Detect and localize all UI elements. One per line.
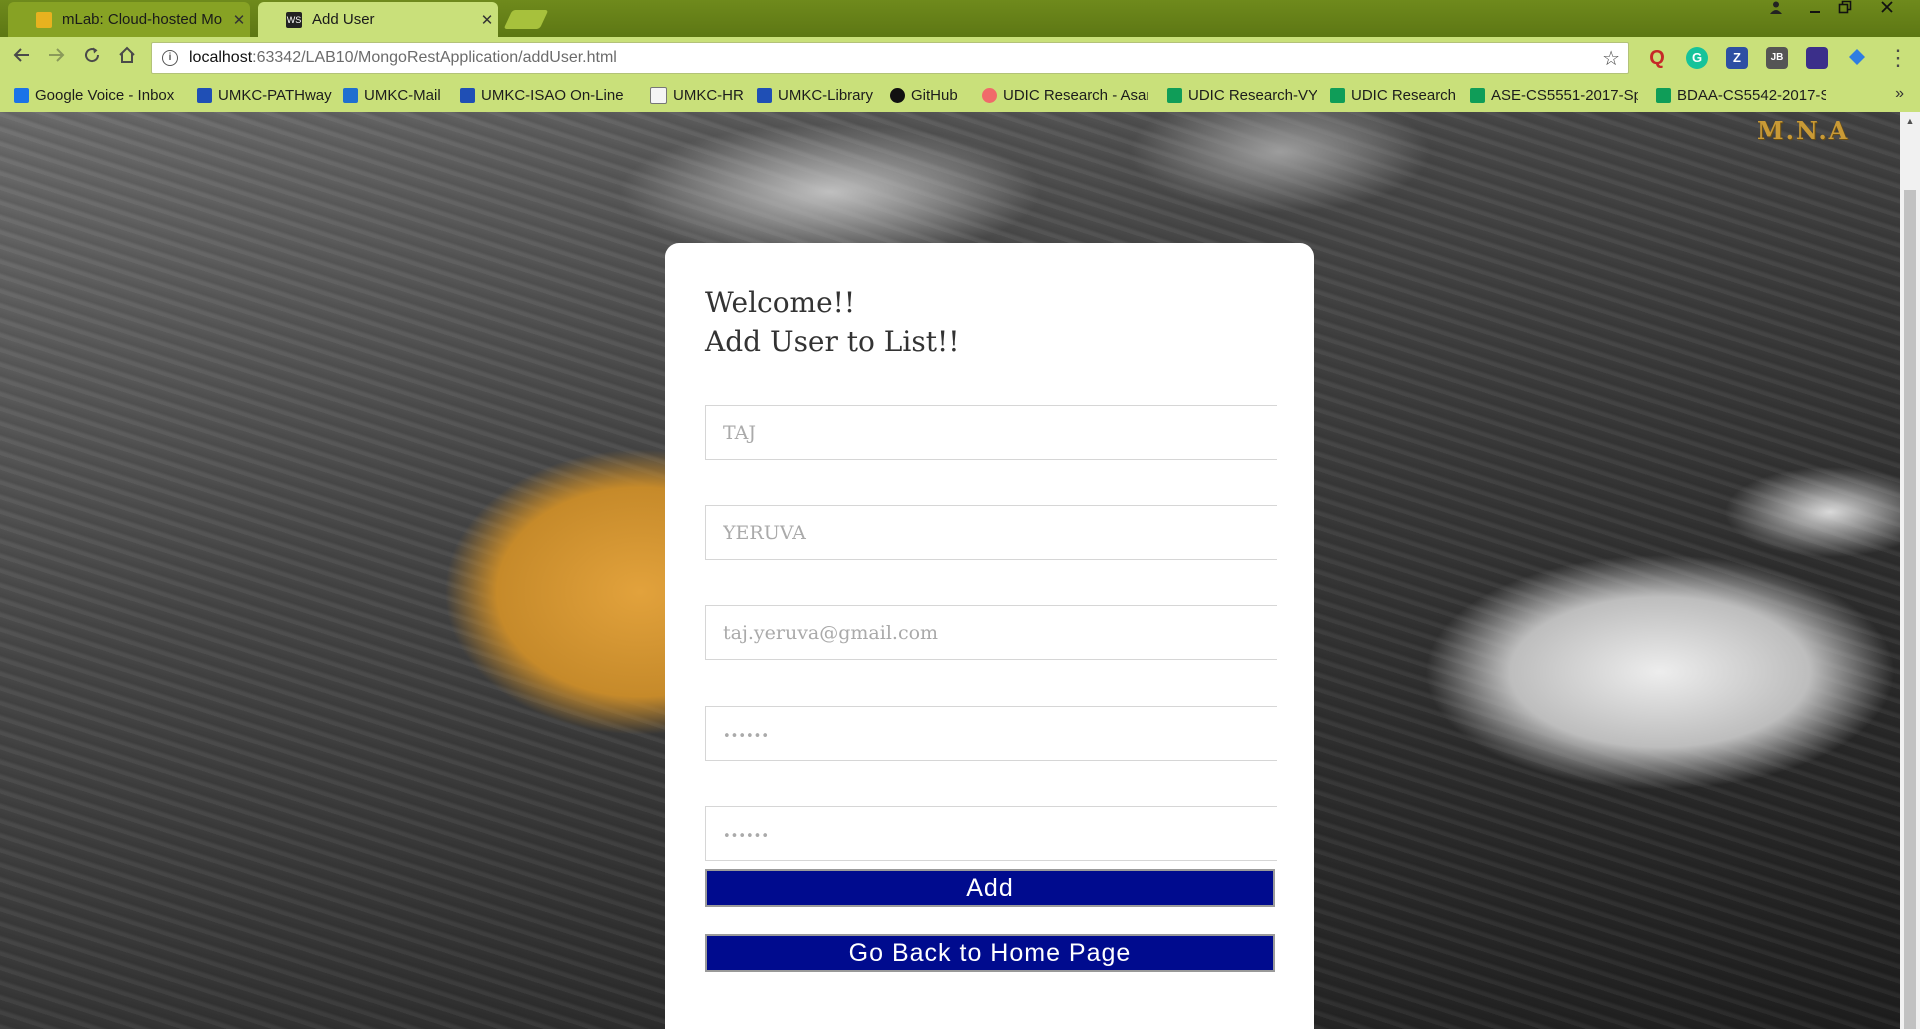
bookmark-umkc-hr[interactable]: UMKC-HR <box>650 85 746 105</box>
bookmark-google-voice[interactable]: Google Voice - Inbox <box>14 85 184 105</box>
bookmark-label: UMKC-ISAO On-Line <box>481 86 624 104</box>
extension-purple-icon[interactable] <box>1806 47 1828 69</box>
umkc-icon <box>460 87 475 103</box>
bookmarks-bar: Google Voice - Inbox UMKC-PATHway UMKC-M… <box>0 79 1920 112</box>
mlab-favicon-icon <box>36 11 52 28</box>
home-page-button[interactable]: Go Back to Home Page <box>705 934 1275 972</box>
reload-icon[interactable] <box>78 45 106 71</box>
bookmark-ase-cs5551[interactable]: ASE-CS5551-2017-Sp <box>1470 85 1638 105</box>
tab-add-user[interactable]: WS Add User ✕ <box>258 2 498 37</box>
zotero-icon[interactable]: Z <box>1726 47 1748 69</box>
bookmark-umkc-pathway[interactable]: UMKC-PATHway <box>197 85 332 105</box>
bookmark-umkc-library[interactable]: UMKC-Library <box>757 85 879 105</box>
tab-mlab[interactable]: mLab: Cloud-hosted Mo ✕ <box>8 2 250 37</box>
bookmark-label: UDIC Research <box>1351 86 1457 104</box>
last-name-input[interactable] <box>705 505 1277 560</box>
bookmark-label: UMKC-HR <box>673 86 744 104</box>
sheets-icon <box>1656 87 1671 103</box>
bookmark-umkc-mail[interactable]: UMKC-Mail <box>343 85 448 105</box>
browser-toolbar: i localhost:63342/LAB10/MongoRestApplica… <box>0 37 1920 79</box>
bookmark-label: UDIC Research-VY <box>1188 86 1317 104</box>
umkc-icon <box>197 87 212 103</box>
forward-arrow-icon[interactable] <box>42 45 70 71</box>
bookmark-label: ASE-CS5551-2017-Sp <box>1491 86 1638 104</box>
tab-close-icon[interactable]: ✕ <box>228 11 250 29</box>
tab-strip: mLab: Cloud-hosted Mo ✕ WS Add User ✕ <box>0 0 1920 37</box>
add-button[interactable]: Add <box>705 869 1275 907</box>
new-tab-button[interactable] <box>503 10 549 29</box>
outlook-icon <box>343 87 358 103</box>
bookmark-label: BDAA-CS5542-2017-S <box>1677 86 1826 104</box>
tab-title: Add User <box>312 11 375 28</box>
bookmark-label: UMKC-PATHway <box>218 86 332 104</box>
home-icon[interactable] <box>113 45 141 71</box>
bookmark-udic-research[interactable]: UDIC Research <box>1330 85 1457 105</box>
page-background: M.N.A Welcome!! Add User to List!! Add G… <box>0 112 1900 1029</box>
welcome-text: Welcome!! <box>705 286 856 319</box>
bookmark-udic-asana[interactable]: UDIC Research - Asan <box>982 85 1148 105</box>
bookmark-github[interactable]: GitHub <box>890 85 978 105</box>
github-icon <box>890 87 905 103</box>
asana-icon <box>982 87 997 103</box>
sheets-icon <box>1470 87 1485 103</box>
restore-icon[interactable] <box>1826 0 1864 22</box>
site-logo: M.N.A <box>1757 116 1850 145</box>
jetbrains-icon[interactable]: JB <box>1766 47 1788 69</box>
tab-title: mLab: Cloud-hosted Mo <box>62 11 223 28</box>
scrollbar-thumb[interactable] <box>1904 190 1916 1029</box>
add-user-title: Add User to List!! <box>705 325 960 358</box>
bookmarks-overflow-icon[interactable]: » <box>1895 85 1904 103</box>
url-path: :63342/LAB10/MongoRestApplication/addUse… <box>252 49 617 66</box>
webstorm-favicon-icon: WS <box>286 11 302 28</box>
bookmark-label: UDIC Research - Asan <box>1003 86 1148 104</box>
profile-icon[interactable] <box>1757 0 1795 22</box>
confirm-password-input[interactable] <box>705 806 1277 861</box>
extension-blue-icon[interactable] <box>1846 47 1868 69</box>
close-window-icon[interactable] <box>1868 0 1906 22</box>
url-host: localhost <box>189 49 253 66</box>
site-info-icon[interactable]: i <box>162 50 178 66</box>
first-name-input[interactable] <box>705 405 1277 460</box>
address-bar[interactable]: i localhost:63342/LAB10/MongoRestApplica… <box>151 42 1629 74</box>
sheets-icon <box>1167 87 1182 103</box>
page-scrollbar[interactable]: ▲ <box>1900 112 1920 1029</box>
chrome-menu-icon[interactable]: ⋮ <box>1884 45 1912 71</box>
umkc-icon <box>757 87 772 103</box>
phone-icon <box>14 87 29 103</box>
page-icon <box>650 86 667 104</box>
tab-close-icon[interactable]: ✕ <box>476 11 498 29</box>
email-input[interactable] <box>705 605 1277 660</box>
grammarly-icon[interactable]: G <box>1686 47 1708 69</box>
password-input[interactable] <box>705 706 1277 761</box>
bookmark-label: GitHub <box>911 86 958 104</box>
add-user-form-card: Welcome!! Add User to List!! Add Go Back… <box>665 243 1314 1029</box>
form-heading: Welcome!! Add User to List!! <box>705 283 959 361</box>
bookmark-label: UMKC-Mail <box>364 86 441 104</box>
bookmark-star-icon[interactable]: ☆ <box>1602 46 1620 71</box>
back-arrow-icon[interactable] <box>8 45 36 71</box>
bookmark-bdaa-cs5542[interactable]: BDAA-CS5542-2017-S <box>1656 85 1826 105</box>
sheets-icon <box>1330 87 1345 103</box>
bookmark-label: UMKC-Library <box>778 86 874 104</box>
bookmark-umkc-isao[interactable]: UMKC-ISAO On-Line <box>460 85 636 105</box>
extension-q-icon[interactable]: Q <box>1646 47 1668 69</box>
scroll-up-arrow-icon[interactable]: ▲ <box>1900 112 1920 130</box>
bookmark-label: Google Voice - Inbox <box>35 86 175 104</box>
bookmark-udic-research-vy[interactable]: UDIC Research-VY <box>1167 85 1317 105</box>
